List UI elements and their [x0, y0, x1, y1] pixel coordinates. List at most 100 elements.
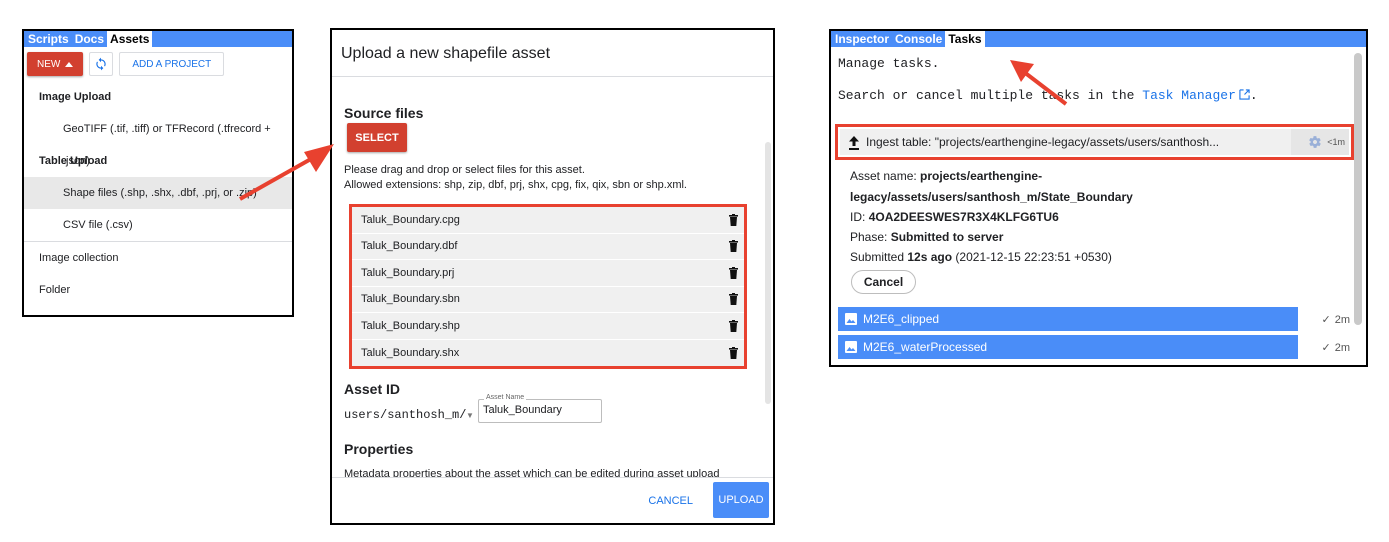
- asset-name-line-2: legacy/assets/users/santhosh_m/State_Bou…: [850, 190, 1133, 204]
- file-name: Taluk_Boundary.shx: [361, 346, 460, 359]
- file-name: Taluk_Boundary.shp: [361, 319, 460, 332]
- asset-name-input[interactable]: [483, 404, 595, 416]
- completed-task-row[interactable]: M2E6_waterProcessed: [838, 335, 1298, 359]
- file-name: Taluk_Boundary.sbn: [361, 293, 460, 306]
- task-cancel-button[interactable]: Cancel: [851, 270, 916, 294]
- completed-task-duration: 2m: [1334, 341, 1350, 354]
- task-submitted-label: Submitted: [850, 250, 905, 264]
- task-phase: Phase: Submitted to server: [850, 230, 1003, 244]
- task-status: <1m: [1291, 129, 1349, 155]
- upload-help-text: Please drag and drop or select files for…: [344, 163, 687, 193]
- file-row: Taluk_Boundary.shp: [352, 313, 744, 340]
- help-line-2: Allowed extensions: shp, zip, dbf, prj, …: [344, 179, 687, 191]
- completed-task-row[interactable]: M2E6_clipped: [838, 307, 1298, 331]
- checkmark-icon: ✓: [1321, 342, 1331, 354]
- ingest-task-highlight: Ingest table: "projects/earthengine-lega…: [835, 124, 1354, 160]
- assets-panel: Scripts Docs Assets NEW ADD A PROJECT Im…: [22, 29, 294, 317]
- tab-scripts[interactable]: Scripts: [25, 31, 72, 47]
- file-row: Taluk_Boundary.shx: [352, 339, 744, 366]
- file-name: Taluk_Boundary.cpg: [361, 213, 460, 226]
- gear-icon: [1309, 136, 1321, 148]
- upload-button[interactable]: UPLOAD: [713, 482, 769, 518]
- dialog-body: Source files SELECT Please drag and drop…: [332, 78, 773, 477]
- properties-description: Metadata properties about the asset whic…: [344, 468, 720, 477]
- caret-up-icon: [65, 62, 74, 67]
- tab-inspector[interactable]: Inspector: [832, 31, 892, 47]
- assets-tabbar: Scripts Docs Assets: [24, 31, 292, 47]
- trash-icon[interactable]: [729, 240, 738, 253]
- properties-heading: Properties: [344, 441, 414, 457]
- menu-item-csv[interactable]: CSV file (.csv): [24, 209, 292, 241]
- upload-dialog: Upload a new shapefile asset Source file…: [330, 28, 775, 525]
- tab-assets[interactable]: Assets: [107, 31, 153, 47]
- asset-name-label: Asset Name: [484, 394, 527, 401]
- task-submitted-ago: 12s ago: [907, 250, 953, 264]
- select-button[interactable]: SELECT: [347, 123, 407, 152]
- image-icon: [845, 341, 857, 353]
- search-prefix: Search or cancel multiple tasks in the: [838, 88, 1135, 103]
- task-manager-link[interactable]: Task Manager: [1142, 88, 1250, 103]
- table-upload-heading: Table Upload: [39, 155, 108, 167]
- upload-icon: [849, 136, 859, 150]
- task-submitted-time: (2021-12-15 22:23:51 +0530): [955, 250, 1112, 264]
- menu-item-folder[interactable]: Folder: [24, 274, 292, 306]
- trash-icon[interactable]: [729, 293, 738, 306]
- ingest-task-row[interactable]: Ingest table: "projects/earthengine-lega…: [840, 129, 1349, 155]
- help-line-1: Please drag and drop or select files for…: [344, 164, 585, 176]
- refresh-button[interactable]: [89, 52, 114, 76]
- dialog-title: Upload a new shapefile asset: [332, 30, 773, 77]
- task-submitted: Submitted 12s ago (2021-12-15 22:23:51 +…: [850, 250, 1112, 264]
- completed-task-name: M2E6_clipped: [863, 312, 940, 326]
- checkmark-icon: ✓: [1321, 314, 1331, 326]
- task-phase-value: Submitted to server: [890, 230, 1004, 244]
- file-row: Taluk_Boundary.cpg: [352, 207, 744, 234]
- dropdown-caret-icon[interactable]: ▼: [466, 411, 474, 420]
- dialog-footer: CANCEL UPLOAD: [332, 477, 773, 523]
- tab-console[interactable]: Console: [892, 31, 945, 47]
- trash-icon[interactable]: [729, 213, 738, 226]
- trash-icon[interactable]: [729, 346, 738, 359]
- manage-tasks-text: Manage tasks.: [838, 56, 940, 71]
- asset-name-line-1: projects/earthengine-: [920, 169, 1043, 183]
- task-phase-label: Phase:: [850, 230, 888, 244]
- menu-item-image-collection[interactable]: Image collection: [24, 242, 292, 274]
- task-id-value: 4OA2DEESWES7R3X4KLFG6TU6: [868, 210, 1059, 224]
- file-name: Taluk_Boundary.prj: [361, 266, 455, 279]
- task-title: Ingest table: "projects/earthengine-lega…: [866, 135, 1220, 149]
- asset-name-label: Asset name:: [850, 169, 917, 183]
- source-files-heading: Source files: [344, 105, 424, 121]
- trash-icon[interactable]: [729, 266, 738, 279]
- image-upload-heading: Image Upload: [39, 91, 112, 103]
- tasks-scrollbar[interactable]: [1354, 53, 1362, 325]
- tasks-tabbar: Inspector Console Tasks: [831, 31, 1366, 47]
- cancel-button[interactable]: CANCEL: [644, 489, 697, 513]
- image-icon: [845, 313, 857, 325]
- tab-tasks[interactable]: Tasks: [945, 31, 985, 47]
- completed-task-name: M2E6_waterProcessed: [863, 340, 988, 354]
- dialog-scrollbar[interactable]: [765, 142, 771, 404]
- search-tasks-text: Search or cancel multiple tasks in the T…: [838, 88, 1258, 103]
- new-button[interactable]: NEW: [27, 52, 84, 76]
- file-row: Taluk_Boundary.prj: [352, 260, 744, 287]
- file-row: Taluk_Boundary.dbf: [352, 233, 744, 260]
- task-manager-link-label: Task Manager: [1142, 88, 1236, 103]
- completed-task-status: ✓ 2m: [1321, 341, 1351, 355]
- file-list: Taluk_Boundary.cpg Taluk_Boundary.dbf Ta…: [349, 204, 747, 369]
- task-asset-name-cont: legacy/assets/users/santhosh_m/State_Bou…: [850, 190, 1133, 204]
- tasks-panel: Inspector Console Tasks Manage tasks. Se…: [829, 29, 1368, 367]
- refresh-icon: [96, 57, 107, 71]
- task-id: ID: 4OA2DEESWES7R3X4KLFG6TU6: [850, 210, 1059, 224]
- add-project-button[interactable]: ADD A PROJECT: [119, 52, 225, 76]
- menu-item-shape-files[interactable]: Shape files (.shp, .shx, .dbf, .prj, or …: [24, 177, 292, 209]
- completed-task-status: ✓ 2m: [1321, 313, 1351, 327]
- menu-item-geotiff[interactable]: GeoTIFF (.tif, .tiff) or TFRecord (.tfre…: [24, 113, 292, 167]
- task-elapsed: <1m: [1327, 137, 1345, 147]
- completed-task-duration: 2m: [1334, 313, 1350, 326]
- task-id-label: ID:: [850, 210, 866, 224]
- trash-icon[interactable]: [729, 319, 738, 332]
- new-button-label: NEW: [37, 58, 61, 70]
- tab-docs[interactable]: Docs: [72, 31, 107, 47]
- file-row: Taluk_Boundary.sbn: [352, 286, 744, 313]
- asset-prefix-select[interactable]: users/santhosh_m/: [344, 408, 466, 422]
- file-name: Taluk_Boundary.dbf: [361, 240, 458, 253]
